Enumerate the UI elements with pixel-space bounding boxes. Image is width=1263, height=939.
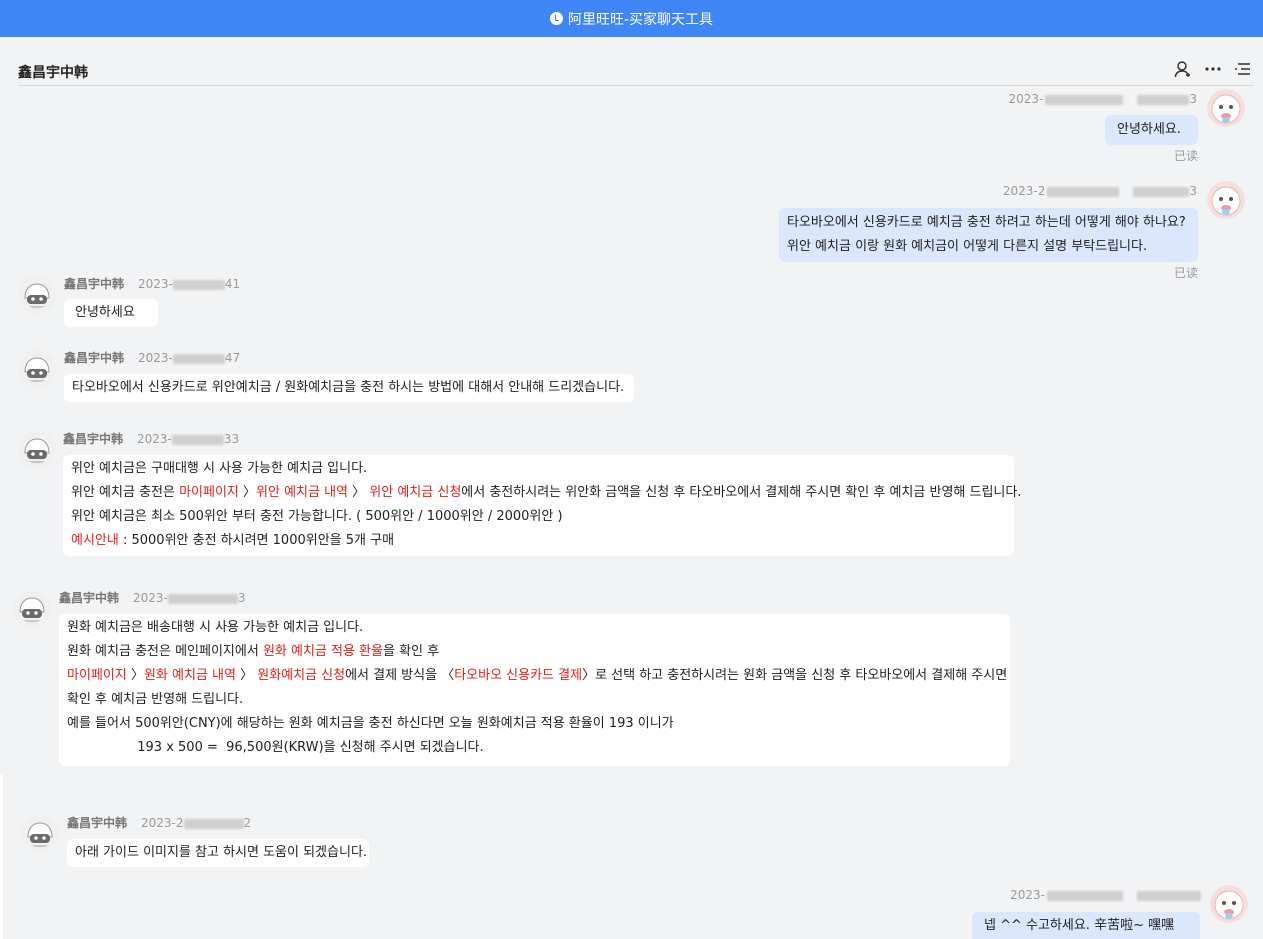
highlight-text: 위안 예치금 신청 xyxy=(369,485,462,500)
highlight-text: 예시안내 xyxy=(71,533,119,548)
message-text: 〉 xyxy=(238,485,257,500)
message-text: 위안 예치금은 최소 500위안 부터 충전 가능합니다. ( 500위안 / … xyxy=(71,509,563,524)
message-line: 마이페이지 〉원화 예치금 내역 〉 원화예치금 신청에서 결제 방식을 〈타오… xyxy=(67,664,1007,688)
message-line: 193 x 500 = 96,500원(KRW)을 신청해 주시면 되겠습니다. xyxy=(67,736,1002,760)
read-receipt: 已读 xyxy=(1174,266,1199,280)
read-receipt: 已读 xyxy=(1174,149,1199,163)
contact-avatar[interactable] xyxy=(18,276,56,314)
message-line: 예시안내 : 5000위안 충전 하시려면 1000위안을 5개 구매 xyxy=(71,529,1006,553)
message-timestamp: 2023- xyxy=(1010,888,1201,902)
message-text: 을 확인 후 xyxy=(382,644,440,659)
message-bubble[interactable]: 아래 가이드 이미지를 참고 하시면 도움이 되겠습니다. xyxy=(67,839,369,867)
message-text: 에서 충전하시려는 위안화 금액을 신청 후 타오바오에서 결제해 주시면 확인… xyxy=(461,485,1022,500)
message-text: 원화 예치금 충전은 메인페이지에서 xyxy=(67,644,263,659)
message-bubble[interactable]: 타오바오에서 신용카드로 위안예치금 / 원화예치금을 충전 하시는 방법에 대… xyxy=(64,374,634,402)
message-sender-time: 鑫昌宇中韩 2023- 47 xyxy=(64,351,241,365)
highlight-text: 타오바오 신용카드 결제 xyxy=(454,668,583,683)
user-profile-icon[interactable] xyxy=(1174,60,1192,78)
contact-avatar[interactable] xyxy=(18,431,56,469)
header-toolbar xyxy=(1174,60,1252,78)
self-avatar[interactable] xyxy=(1207,181,1245,219)
contact-avatar[interactable] xyxy=(21,815,59,853)
highlight-text: 마이페이지 xyxy=(179,485,239,500)
message-bubble[interactable]: 안녕하세요. xyxy=(1105,115,1198,145)
message-text: 확인 후 예치금 반영해 드립니다. xyxy=(67,692,244,707)
message-text: 예를 들어서 500위안(CNY)에 해당하는 원화 예치금을 충전 하신다면 … xyxy=(67,716,674,731)
more-options-icon[interactable] xyxy=(1204,60,1222,78)
highlight-text: 원화예치금 신청 xyxy=(257,668,346,683)
highlight-text: 위안 예치금 내역 xyxy=(256,485,349,500)
message-text: 위안 예치금은 구매대행 시 사용 가능한 예치금 입니다. xyxy=(71,461,368,476)
contact-avatar[interactable] xyxy=(18,350,56,388)
message-line: 원화 예치금 충전은 메인페이지에서 원화 예치금 적용 환율을 확인 후 xyxy=(67,640,1002,664)
message-line: 확인 후 예치금 반영해 드립니다. xyxy=(67,688,1002,712)
self-avatar[interactable] xyxy=(1210,885,1248,923)
message-timestamp: 2023- 3 xyxy=(1008,92,1197,106)
message-bubble[interactable]: 안녕하세요 xyxy=(64,299,158,327)
message-text: 위안 예치금 충전은 xyxy=(71,485,180,500)
message-line: 위안 예치금 충전은 마이페이지 〉위안 예치금 내역 〉 위안 예치금 신청에… xyxy=(71,481,1021,505)
message-sender-time: 鑫昌宇中韩 2023-2 2 xyxy=(67,816,252,830)
message-text: 〉 xyxy=(348,485,370,500)
message-text: 원화 예치금은 배송대행 시 사용 가능한 예치금 입니다. xyxy=(67,620,364,635)
aliwangwang-logo-icon xyxy=(549,12,563,25)
message-sender-time: 鑫昌宇中韩 2023- 3 xyxy=(59,591,246,605)
message-text: 〉 xyxy=(126,668,144,683)
highlight-text: 원화 예치금 내역 xyxy=(143,668,236,683)
message-bubble[interactable]: 위안 예치금은 구매대행 시 사용 가능한 예치금 입니다. 위안 예치금 충전… xyxy=(63,455,1021,556)
message-bubble[interactable]: 원화 예치금은 배송대행 시 사용 가능한 예치금 입니다. 원화 예치금 충전… xyxy=(59,614,1010,766)
message-text: 〉 xyxy=(235,668,258,683)
highlight-text: 원화 예치금 적용 환율 xyxy=(262,644,383,659)
contact-name: 鑫昌宇中韩 xyxy=(18,65,88,81)
menu-list-icon[interactable] xyxy=(1234,60,1252,78)
message-line: 위안 예치금은 구매대행 시 사용 가능한 예치금 입니다. xyxy=(71,457,1006,481)
message-line: 예를 들어서 500위안(CNY)에 해당하는 원화 예치금을 충전 하신다면 … xyxy=(67,712,1002,736)
self-avatar[interactable] xyxy=(1207,89,1245,127)
message-sender-time: 鑫昌宇中韩 2023- 33 xyxy=(63,432,240,446)
left-edge-strip xyxy=(0,775,3,939)
message-timestamp: 2023-2 3 xyxy=(1002,184,1197,198)
contact-avatar[interactable] xyxy=(13,590,51,628)
chat-header: 鑫昌宇中韩 xyxy=(18,52,1254,86)
message-text: 〉로 선택 하고 충전하시려는 원화 금액을 신청 후 타오바오에서 결제해 주… xyxy=(582,668,1008,683)
window-title: 阿里旺旺-买家聊天工具 xyxy=(567,11,714,28)
highlight-text: 마이페이지 xyxy=(67,668,127,683)
message-sender-time: 鑫昌宇中韩 2023- 41 xyxy=(64,277,241,291)
message-line: 원화 예치금은 배송대행 시 사용 가능한 예치금 입니다. xyxy=(67,616,1002,640)
message-text: 193 x 500 = 96,500원(KRW)을 신청해 주시면 되겠습니다. xyxy=(67,740,484,755)
window-titlebar: 阿里旺旺-买家聊天工具 xyxy=(0,0,1263,37)
message-text: : 5000위안 충전 하시려면 1000위안을 5개 구매 xyxy=(118,533,395,548)
message-bubble[interactable]: 타오바오에서 신용카드로 예치금 충전 하려고 하는데 어떻게 해야 하나요? … xyxy=(779,208,1198,262)
message-line: 위안 예치금은 최소 500위안 부터 충전 가능합니다. ( 500위안 / … xyxy=(71,505,1006,529)
message-text: 에서 결제 방식을 〈 xyxy=(345,668,455,683)
message-bubble[interactable]: 넵 ^^ 수고하세요. 辛苦啦~ 嘿嘿 xyxy=(972,912,1200,939)
